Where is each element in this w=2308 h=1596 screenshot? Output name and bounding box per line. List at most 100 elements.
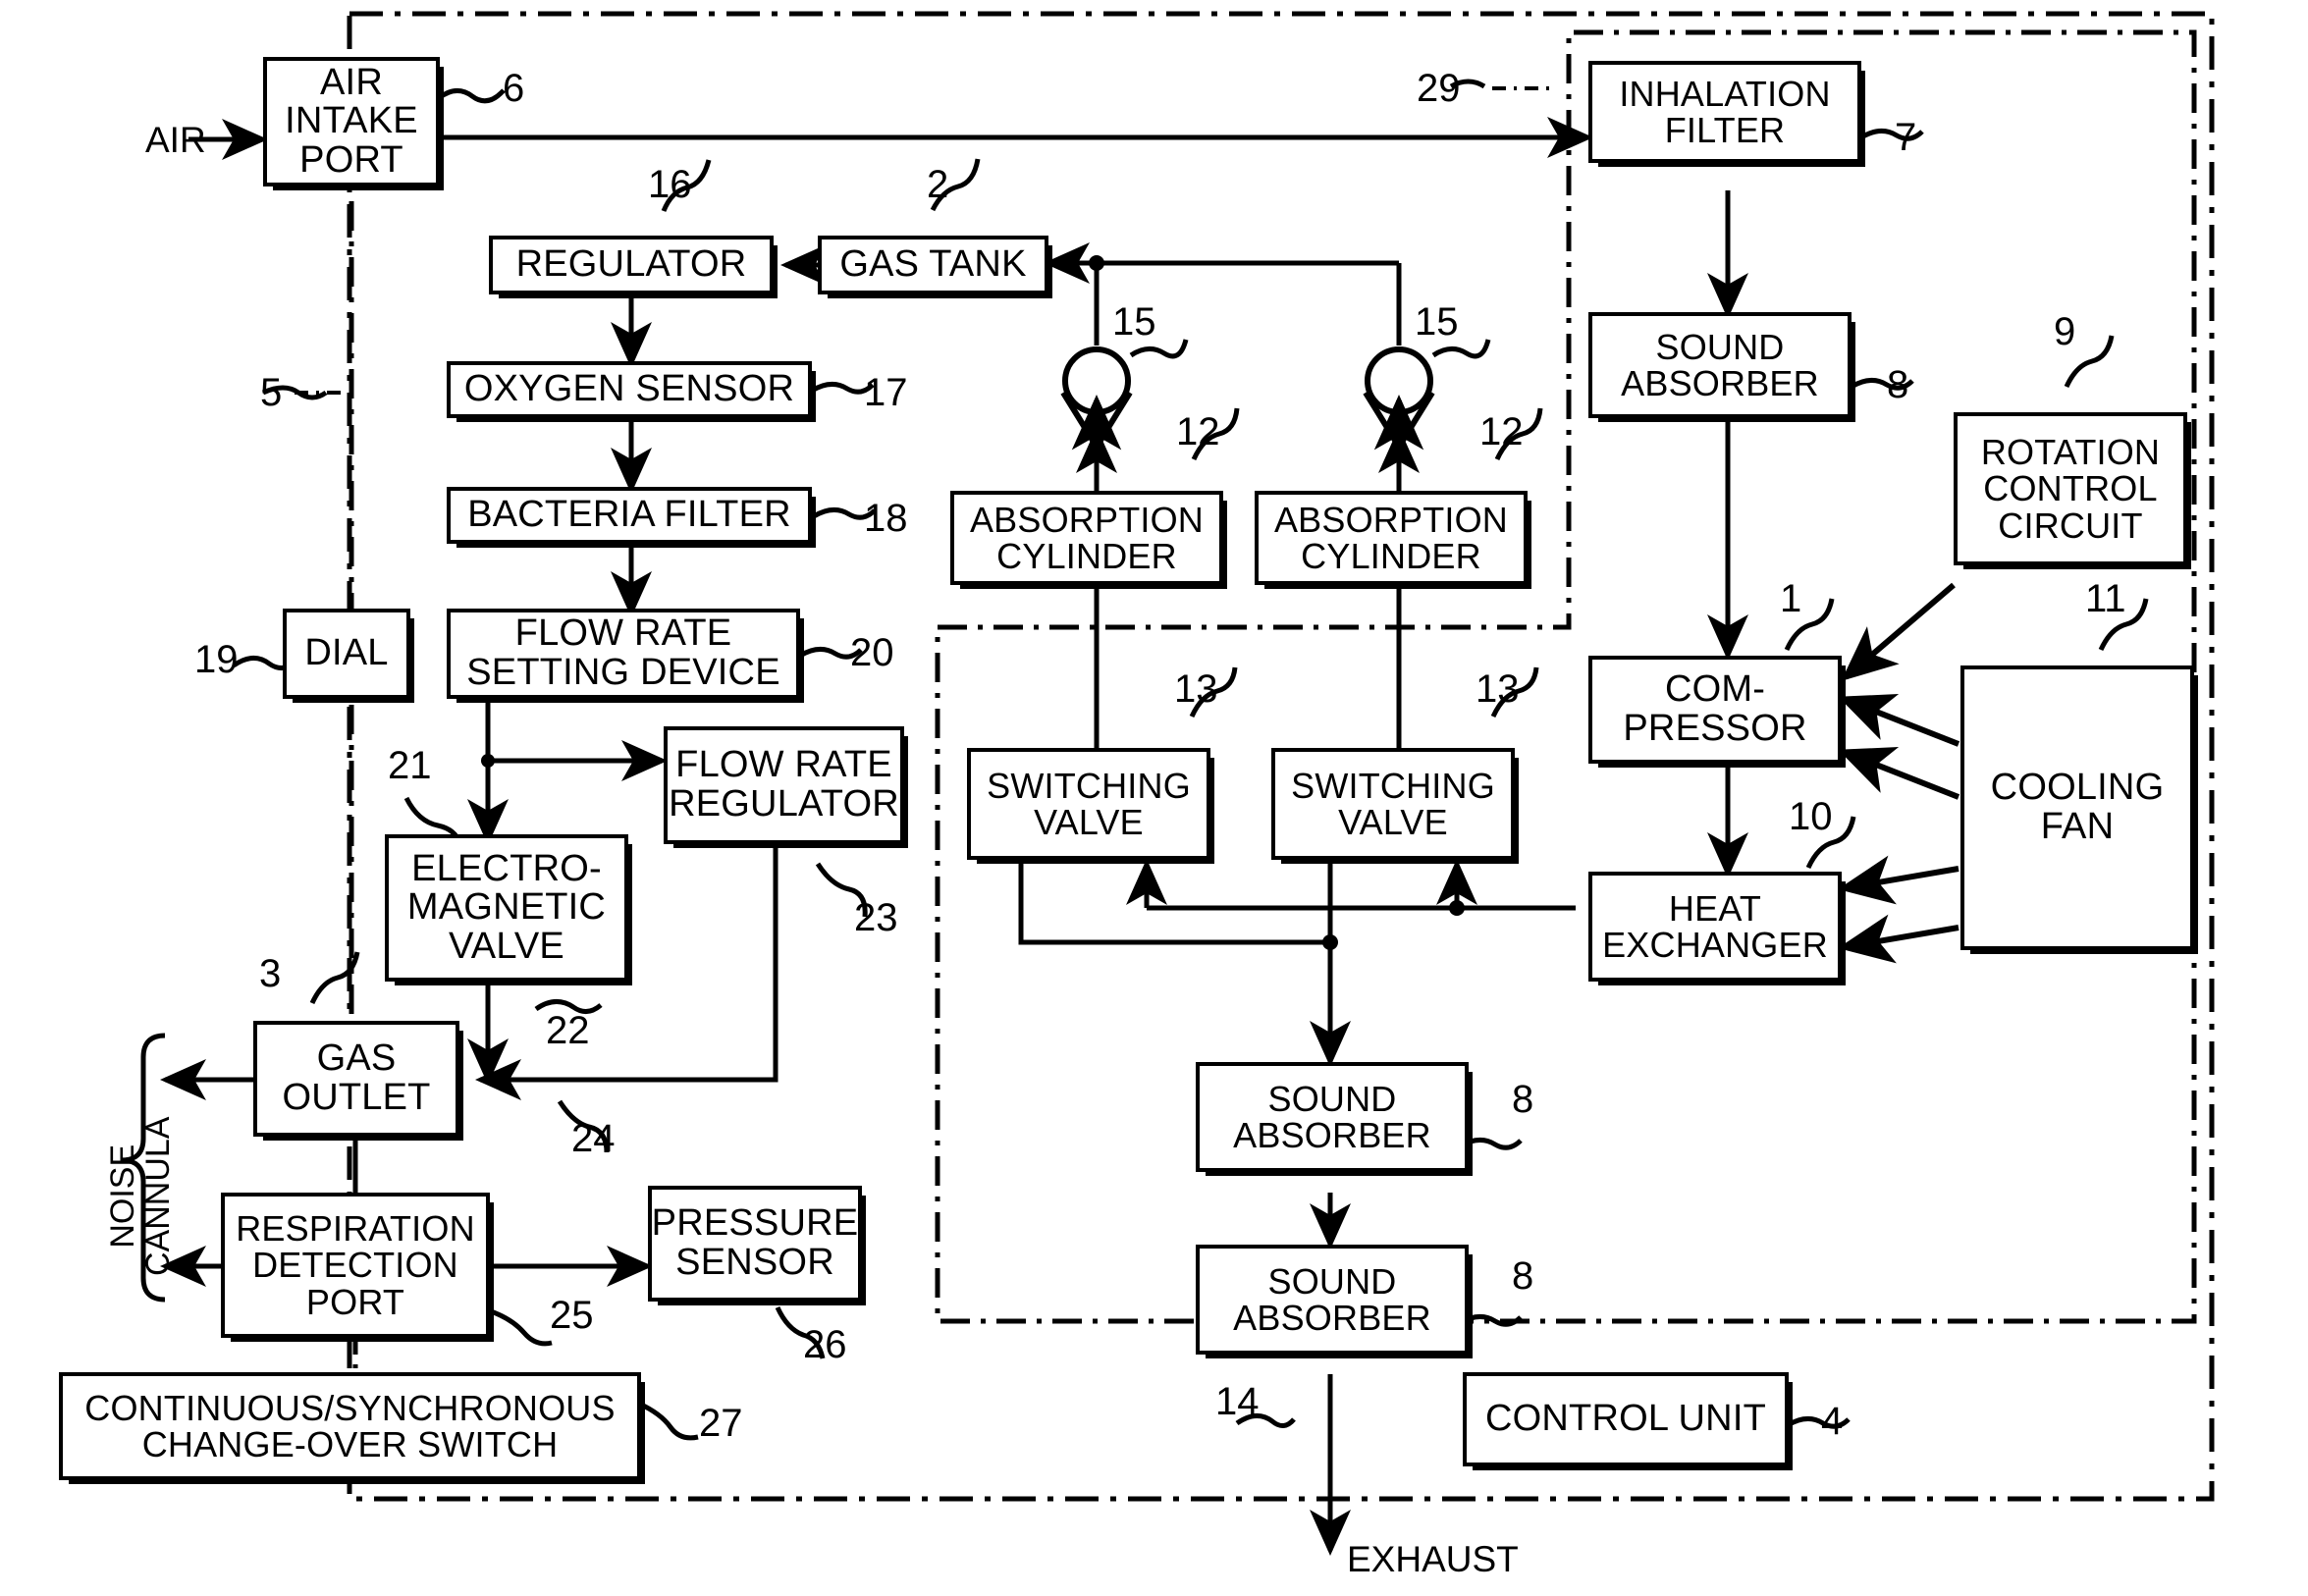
ref-18: 18 [864,497,908,540]
oxygen-sensor-block[interactable]: OXYGEN SENSOR [447,361,812,418]
gas-outlet-label: GAS OUTLET [282,1037,431,1118]
noise-cannula-line2: CANNULA [138,1116,177,1276]
sound-absorber-exhaust-1-label: SOUND ABSORBER [1233,1078,1431,1155]
respiration-detection-port-block[interactable]: RESPIRATION DETECTION PORT [221,1193,490,1338]
ref-12-left: 12 [1176,410,1220,453]
electromagnetic-valve-label: ELECTRO- MAGNETIC VALVE [406,847,607,967]
cooling-fan-block[interactable]: COOLING FAN [1960,665,2194,950]
patent-figure-canvas: AIR INTAKE PORT REGULATOR GAS TANK OXYGEN … [0,0,2308,1596]
absorption-cylinder-right-block[interactable]: ABSORPTION CYLINDER [1255,491,1528,585]
leader-27 [637,1401,699,1441]
air-input-label: AIR [145,120,206,160]
changeover-switch-block[interactable]: CONTINUOUS/SYNCHRONOUS CHANGE-OVER SWITCH [59,1372,641,1480]
ref-27: 27 [699,1402,743,1445]
cooling-fan-arrow-2 [1838,746,1960,800]
ref-5: 5 [260,371,283,414]
pressure-sensor-label: PRESSURE SENSOR [651,1202,859,1283]
bacteria-filter-label: BACTERIA FILTER [467,494,791,536]
ref-20: 20 [850,631,894,674]
switching-valve-left-block[interactable]: SWITCHING VALVE [967,748,1210,860]
air-intake-port-block[interactable]: AIR INTAKE PORT [263,57,440,186]
ref-22: 22 [546,1009,590,1052]
left-valve-exhaust-branch [1018,859,1330,945]
ref-29: 29 [1417,67,1461,110]
ref-25: 25 [550,1294,594,1337]
ref-8-intake: 8 [1887,363,1909,406]
flow-rate-regulator-label: FLOW RATE REGULATOR [669,744,899,825]
sound-absorber-intake-block[interactable]: SOUND ABSORBER [1588,312,1852,418]
absorption-cylinder-left-label: ABSORPTION CYLINDER [969,499,1205,576]
rotation-control-to-compressor [1841,582,1956,681]
rotation-control-circuit-label: ROTATION CONTROL CIRCUIT [1980,431,2161,546]
changeover-switch-label: CONTINUOUS/SYNCHRONOUS CHANGE-OVER SWITCH [84,1387,616,1464]
heat-exchanger-label: HEAT EXCHANGER [1602,887,1828,965]
noise-cannula-label: NOISE CANNULA [104,1116,177,1276]
sound-absorber-exhaust-2-label: SOUND ABSORBER [1233,1260,1431,1338]
cooling-fan-arrow-3 [1838,855,1959,905]
air-intake-port-label: AIR INTAKE PORT [285,61,418,181]
control-unit-label: CONTROL UNIT [1485,1398,1766,1440]
cooling-fan-arrow-4 [1838,914,1959,964]
gas-tank-label: GAS TANK [839,243,1027,286]
ref-23: 23 [854,896,898,939]
gas-outlet-block[interactable]: GAS OUTLET [253,1021,459,1137]
cooling-fan-arrow-1 [1838,693,1960,747]
junction-dot [481,754,495,768]
ref-26: 26 [803,1323,847,1366]
compressor-block[interactable]: COM- PRESSOR [1588,656,1842,764]
ref-9: 9 [2054,310,2076,353]
flow-rate-regulator-block[interactable]: FLOW RATE REGULATOR [664,726,904,844]
ref-8-exh1: 8 [1512,1078,1534,1121]
ref-4: 4 [1821,1400,1844,1443]
noise-cannula-line1: NOISE [104,1144,141,1249]
sound-absorber-exhaust-1-block[interactable]: SOUND ABSORBER [1196,1062,1469,1172]
inhalation-filter-label: INHALATION FILTER [1619,73,1831,150]
ref-11: 11 [2085,577,2126,620]
ref-1: 1 [1780,577,1802,620]
absorption-cylinder-right-label: ABSORPTION CYLINDER [1273,499,1509,576]
control-unit-block[interactable]: CONTROL UNIT [1463,1372,1789,1466]
rotation-control-circuit-block[interactable]: ROTATION CONTROL CIRCUIT [1954,412,2187,565]
cooling-fan-label: COOLING FAN [1990,767,2165,847]
ref-15-right: 15 [1415,300,1459,344]
ref-7: 7 [1895,116,1917,159]
ref-13-right: 13 [1476,667,1520,711]
junction-dot [1449,900,1465,916]
ref-13-left: 13 [1174,667,1218,711]
absorption-cylinder-left-block[interactable]: ABSORPTION CYLINDER [950,491,1223,585]
oxygen-sensor-label: OXYGEN SENSOR [463,368,795,410]
ref-19: 19 [194,638,239,681]
heat-exchanger-block[interactable]: HEAT EXCHANGER [1588,872,1842,982]
dial-label: DIAL [304,632,389,674]
ref-6: 6 [503,67,525,110]
exhaust-label: EXHAUST [1347,1539,1519,1579]
ref-16: 16 [648,163,692,206]
ref-15-left: 15 [1112,300,1156,344]
ref-2: 2 [927,163,949,206]
regulator-block[interactable]: REGULATOR [489,236,774,294]
leader-8-exh1 [1458,1138,1523,1150]
dial-block[interactable]: DIAL [283,609,410,699]
sound-absorber-exhaust-2-block[interactable]: SOUND ABSORBER [1196,1245,1469,1355]
leader-25 [490,1308,553,1347]
ref-17: 17 [864,371,908,414]
ref-21: 21 [388,744,432,787]
ref-14: 14 [1215,1380,1260,1423]
regulator-label: REGULATOR [515,243,747,286]
switching-valve-right-block[interactable]: SWITCHING VALVE [1271,748,1515,860]
flow-rate-setting-device-label: FLOW RATE SETTING DEVICE [466,612,780,693]
switching-valve-right-label: SWITCHING VALVE [1291,765,1495,842]
compressor-label: COM- PRESSOR [1623,668,1807,749]
bacteria-filter-block[interactable]: BACTERIA FILTER [447,487,812,544]
inhalation-filter-block[interactable]: INHALATION FILTER [1588,61,1861,163]
sound-absorber-intake-label: SOUND ABSORBER [1621,326,1819,403]
pressure-sensor-block[interactable]: PRESSURE SENSOR [648,1186,862,1302]
ref-24: 24 [571,1117,616,1160]
flow-rate-setting-device-block[interactable]: FLOW RATE SETTING DEVICE [447,609,800,699]
leader-6 [437,88,506,104]
electromagnetic-valve-block[interactable]: ELECTRO- MAGNETIC VALVE [385,834,628,982]
gas-tank-block[interactable]: GAS TANK [818,236,1048,294]
switching-valve-left-label: SWITCHING VALVE [987,765,1191,842]
ref-10: 10 [1789,795,1833,838]
respiration-detection-port-label: RESPIRATION DETECTION PORT [236,1207,475,1322]
